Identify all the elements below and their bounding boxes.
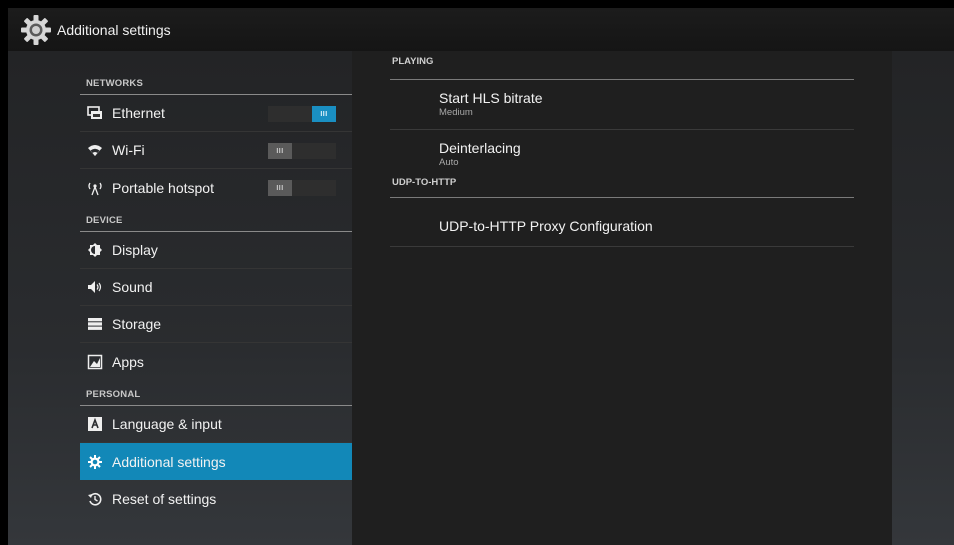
ethernet-toggle[interactable]: III <box>268 106 336 122</box>
hotspot-icon <box>86 179 104 197</box>
sidebar-item-label: Additional settings <box>112 453 226 470</box>
apps-icon <box>86 353 104 371</box>
settings-detail-pane: PLAYING Start HLS bitrate Medium Deinter… <box>352 51 892 545</box>
wifi-icon <box>86 141 104 159</box>
gear-icon[interactable] <box>17 11 55 49</box>
toggle-thumb: III <box>268 180 292 196</box>
sidebar-item-apps[interactable]: Apps <box>80 343 352 380</box>
sidebar-item-ethernet[interactable]: Ethernet III <box>80 95 352 132</box>
display-icon <box>86 241 104 259</box>
sidebar-item-label: Portable hotspot <box>112 179 214 196</box>
settings-screen: Additional settings NETWORKS Ethernet II… <box>0 0 954 545</box>
sidebar-item-label: Language & input <box>112 416 222 432</box>
sidebar-item-display[interactable]: Display <box>80 232 352 269</box>
action-bar: Additional settings <box>8 8 954 51</box>
sidebar-item-wifi[interactable]: Wi-Fi III <box>80 132 352 169</box>
sidebar-item-storage[interactable]: Storage <box>80 306 352 343</box>
section-header-playing: PLAYING <box>390 51 854 80</box>
section-header-networks: NETWORKS <box>80 69 352 95</box>
toggle-thumb: III <box>312 106 336 122</box>
content-area: NETWORKS Ethernet III Wi-Fi III Portable… <box>8 51 954 545</box>
sidebar-item-label: Sound <box>112 279 153 295</box>
ethernet-icon <box>86 104 104 122</box>
settings-sidebar: NETWORKS Ethernet III Wi-Fi III Portable… <box>80 69 352 545</box>
sidebar-item-reset-of-settings[interactable]: Reset of settings <box>80 480 352 517</box>
sidebar-item-sound[interactable]: Sound <box>80 269 352 306</box>
sidebar-item-label: Apps <box>112 353 144 370</box>
sidebar-item-label: Storage <box>112 316 162 332</box>
gear-icon <box>86 453 104 471</box>
reset-icon <box>86 490 104 508</box>
sidebar-item-label: Wi-Fi <box>112 142 145 158</box>
sidebar-item-label: Reset of settings <box>112 490 217 507</box>
sidebar-item-additional-settings[interactable]: Additional settings <box>80 443 352 480</box>
preference-summary: Auto <box>439 157 459 168</box>
preference-start-hls-bitrate[interactable]: Start HLS bitrate Medium <box>390 80 854 130</box>
sidebar-item-language-input[interactable]: Language & input <box>80 406 352 443</box>
section-header-device: DEVICE <box>80 206 352 232</box>
preference-summary: Medium <box>439 107 473 118</box>
section-header-udp-to-http: UDP-TO-HTTP <box>390 174 854 198</box>
preference-title: UDP-to-HTTP Proxy Configuration <box>439 218 653 234</box>
hotspot-toggle[interactable]: III <box>268 180 336 196</box>
sound-icon <box>86 278 104 296</box>
sidebar-item-label: Display <box>112 242 158 258</box>
preference-udp-to-http-proxy-configuration[interactable]: UDP-to-HTTP Proxy Configuration <box>390 198 854 247</box>
toggle-thumb: III <box>268 143 292 159</box>
sidebar-item-label: Ethernet <box>112 105 165 121</box>
preference-title: Start HLS bitrate <box>439 90 543 106</box>
section-header-personal: PERSONAL <box>80 380 352 406</box>
sidebar-item-portable-hotspot[interactable]: Portable hotspot III <box>80 169 352 206</box>
preference-deinterlacing[interactable]: Deinterlacing Auto <box>390 130 854 180</box>
storage-icon <box>86 315 104 333</box>
preference-title: Deinterlacing <box>439 140 521 156</box>
language-icon <box>86 415 104 433</box>
wifi-toggle[interactable]: III <box>268 143 336 159</box>
page-title: Additional settings <box>57 21 171 38</box>
